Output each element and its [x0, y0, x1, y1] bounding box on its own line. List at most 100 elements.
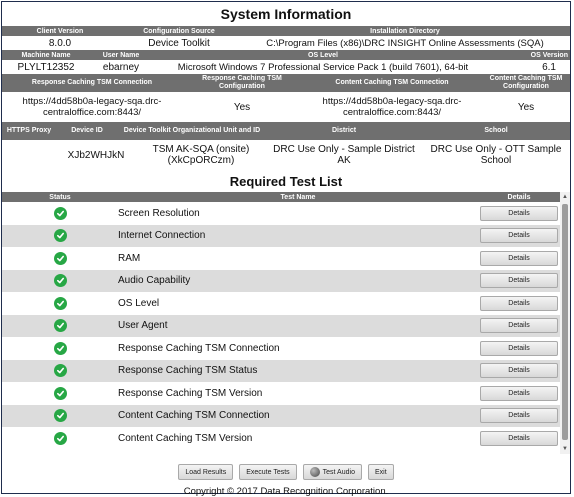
scroll-up-arrow-icon[interactable]: ▲ [560, 192, 570, 202]
test-status-cell [2, 431, 118, 445]
test-status-cell [2, 341, 118, 355]
details-button[interactable]: Details [480, 273, 558, 289]
test-status-cell [2, 364, 118, 378]
details-button[interactable]: Details [480, 340, 558, 356]
test-list: Screen Resolution Details Internet Connect… [2, 202, 560, 450]
execute-tests-button[interactable]: Execute Tests [239, 464, 297, 480]
test-name: Screen Resolution [118, 207, 200, 219]
test-name-column-header: Test Name [280, 193, 316, 201]
os-level-header: OS Level [308, 51, 338, 59]
details-button[interactable]: Details [480, 408, 558, 424]
details-button[interactable]: Details [480, 228, 558, 244]
client-version-header: Client Version [36, 27, 84, 35]
check-circle-icon [53, 341, 67, 355]
test-status-cell [2, 274, 118, 288]
user-name-header: User Name [102, 51, 140, 59]
response-caching-configuration-header: Response Caching TSM Configuration [202, 75, 282, 90]
test-status-cell [2, 229, 118, 243]
test-list-container: Status Test Name Details Screen Resoluti… [2, 192, 570, 454]
test-status-cell [2, 319, 118, 333]
test-details-cell: Details [478, 385, 560, 401]
page-title: System Information [220, 6, 352, 22]
check-circle-icon [53, 386, 67, 400]
test-row: RAM Details [2, 247, 560, 270]
exit-button[interactable]: Exit [367, 464, 394, 480]
test-name: Content Caching TSM Version [118, 432, 253, 444]
sysinfo-value-row-3: https://4dd58b0a-legacy-sqa.drc-centralo… [2, 92, 570, 122]
details-button[interactable]: Details [480, 430, 558, 446]
details-column-header: Details [507, 193, 531, 201]
test-name: OS Level [118, 297, 160, 309]
status-column-header: Status [49, 193, 71, 201]
check-circle-icon [53, 409, 67, 423]
test-list-scrollbar[interactable]: ▲ ▼ [560, 192, 570, 454]
response-caching-connection-header: Response Caching TSM Connection [31, 79, 153, 86]
os-version-header: OS Version [530, 51, 568, 59]
test-details-cell: Details [478, 273, 560, 289]
test-details-cell: Details [478, 340, 560, 356]
test-row: Response Caching TSM Version Details [2, 382, 560, 405]
test-details-cell: Details [478, 318, 560, 334]
required-test-list-title: Required Test List [229, 174, 343, 189]
details-button[interactable]: Details [480, 318, 558, 334]
check-circle-icon [53, 206, 67, 220]
sysinfo-header-row-1: Client Version Configuration Source Inst… [2, 26, 570, 36]
test-name: Response Caching TSM Status [118, 365, 258, 377]
test-details-cell: Details [478, 430, 560, 446]
machine-name-value: PLYLT12352 [17, 61, 75, 73]
content-caching-configuration-header: Content Caching TSM Configuration [489, 75, 563, 90]
sysinfo-value-row-2: PLYLT12352 ebarney Microsoft Windows 7 P… [2, 60, 570, 74]
details-button[interactable]: Details [480, 385, 558, 401]
test-name: Internet Connection [118, 230, 206, 242]
test-row: User Agent Details [2, 314, 560, 337]
configuration-source-header: Configuration Source [143, 27, 215, 35]
test-name: Response Caching TSM Version [118, 387, 263, 399]
load-results-button[interactable]: Load Results [178, 464, 234, 480]
test-row: Response Caching TSM Connection Details [2, 337, 560, 360]
sysinfo-header-row-4: HTTPS Proxy Device ID Device Toolkit Org… [2, 122, 570, 140]
org-unit-value: TSM AK-SQA (onsite) (XkCpORCzm) [152, 144, 250, 166]
check-circle-icon [53, 274, 67, 288]
check-circle-icon [53, 431, 67, 445]
org-unit-header: Device Toolkit Organizational Unit and I… [123, 127, 261, 134]
client-version-value: 8.0.0 [48, 37, 72, 49]
content-caching-configuration-value: Yes [517, 101, 535, 113]
os-version-value: 6.1 [542, 61, 556, 73]
details-button[interactable]: Details [480, 205, 558, 221]
https-proxy-header: HTTPS Proxy [6, 127, 52, 134]
sysinfo-value-row-1: 8.0.0 Device Toolkit C:\Program Files (x… [2, 36, 570, 50]
scroll-down-arrow-icon[interactable]: ▼ [560, 444, 570, 454]
device-id-header: Device ID [71, 127, 103, 134]
audio-icon [309, 467, 320, 477]
details-button[interactable]: Details [480, 250, 558, 266]
test-row: Response Caching TSM Status Details [2, 359, 560, 382]
test-name: Response Caching TSM Connection [118, 342, 280, 354]
check-circle-icon [53, 229, 67, 243]
test-row: OS Level Details [2, 292, 560, 315]
system-information-window: System Information Client Version Config… [1, 1, 571, 497]
test-details-cell: Details [478, 228, 560, 244]
test-audio-label: Test Audio [322, 468, 355, 476]
copyright-notice: Copyright © 2017 Data Recognition Corpor… [183, 486, 389, 497]
test-list-header: Status Test Name Details [2, 192, 560, 202]
district-header: District [331, 127, 357, 134]
test-row: Internet Connection Details [2, 224, 560, 247]
test-details-cell: Details [478, 250, 560, 266]
sysinfo-header-row-2: Machine Name User Name OS Level OS Versi… [2, 50, 570, 60]
test-name: Audio Capability [118, 275, 191, 287]
scrollbar-thumb[interactable] [562, 204, 568, 440]
configuration-source-value: Device Toolkit [148, 37, 210, 49]
response-caching-configuration-value: Yes [233, 101, 251, 113]
sysinfo-value-row-4: XJb2WHJkN TSM AK-SQA (onsite) (XkCpORCzm… [2, 140, 570, 170]
test-row: Content Caching TSM Version Details [2, 427, 560, 450]
school-header: School [484, 127, 508, 134]
test-status-cell [2, 296, 118, 310]
test-row: Content Caching TSM Connection Details [2, 404, 560, 427]
response-caching-connection-value: https://4dd58b0a-legacy-sqa.drc-centralo… [22, 96, 162, 118]
test-row: Screen Resolution Details [2, 202, 560, 225]
details-button[interactable]: Details [480, 363, 558, 379]
test-audio-button[interactable]: Test Audio [302, 464, 362, 480]
test-name: Content Caching TSM Connection [118, 410, 270, 422]
test-details-cell: Details [478, 408, 560, 424]
details-button[interactable]: Details [480, 295, 558, 311]
